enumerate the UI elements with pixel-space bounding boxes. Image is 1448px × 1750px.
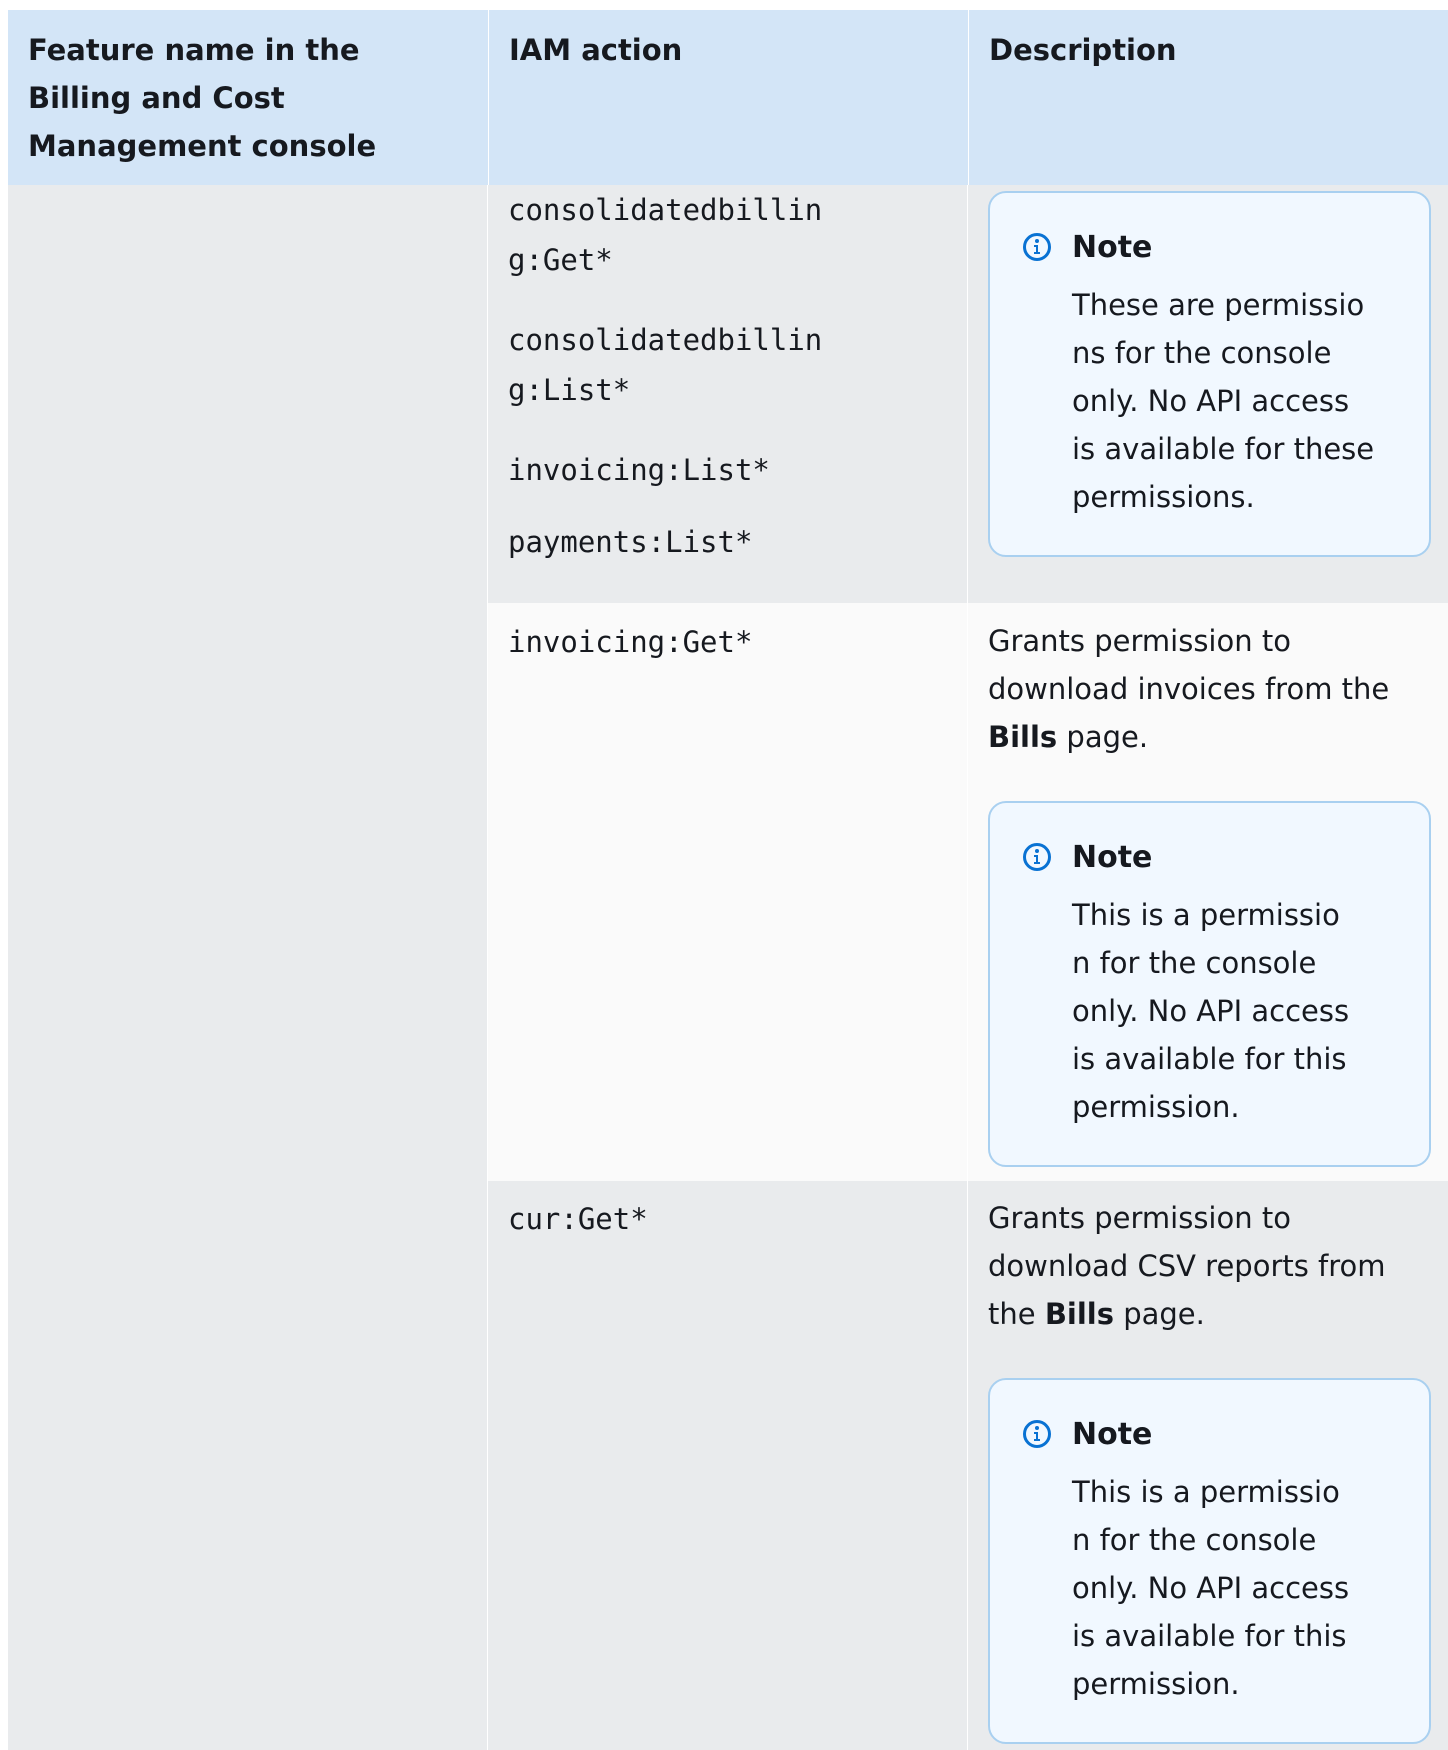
bills-page-name: Bills (1044, 1297, 1114, 1331)
description-text: Grants permission to download invoices f… (988, 624, 1390, 754)
note-box: Note This is a permissio n for the conso… (988, 1378, 1431, 1744)
bills-page-name: Bills (988, 720, 1058, 754)
iam-action-cell: consolidatedbillin g:Get* consolidatedbi… (488, 185, 968, 603)
iam-action-cell: invoicing:Get* (488, 603, 968, 1181)
note-header: Note (1022, 1410, 1409, 1458)
note-header: Note (1022, 833, 1409, 881)
description-cell: Note These are permissio ns for the cons… (968, 185, 1448, 603)
info-circle-icon (1023, 233, 1051, 261)
note-header: Note (1022, 223, 1409, 271)
header-description: Description (968, 10, 1448, 185)
permissions-table: Feature name in the Billing and Cost Man… (8, 10, 1448, 1750)
info-circle-icon (1023, 1420, 1051, 1448)
note-title: Note (1072, 1416, 1153, 1452)
note-body: These are permissio ns for the console o… (1072, 288, 1375, 514)
note-title: Note (1072, 839, 1153, 875)
note-box: Note These are permissio ns for the cons… (988, 191, 1431, 557)
description-cell: Grants permission to download CSV report… (968, 1181, 1448, 1750)
iam-action-cell: cur:Get* (488, 1181, 968, 1750)
iam-action-code: cur:Get* (508, 1202, 648, 1236)
note-body: This is a permissio n for the console on… (1072, 898, 1350, 1124)
iam-action-code: invoicing:Get* (508, 625, 753, 659)
iam-action-code: consolidatedbillin g:Get* (508, 193, 823, 277)
iam-action-code: payments:List* (508, 525, 753, 559)
note-body: This is a permissio n for the console on… (1072, 1475, 1350, 1701)
note-box: Note This is a permissio n for the conso… (988, 801, 1431, 1167)
note-title: Note (1072, 229, 1153, 265)
feature-name-cell (8, 185, 488, 1750)
description-text: Grants permission to download CSV report… (988, 1201, 1386, 1331)
iam-action-code: consolidatedbillin g:List* (508, 323, 823, 407)
header-iam-action: IAM action (488, 10, 968, 185)
info-circle-icon (1023, 843, 1051, 871)
iam-action-code: invoicing:List* (508, 453, 770, 487)
description-cell: Grants permission to download invoices f… (968, 603, 1448, 1181)
header-feature-name: Feature name in the Billing and Cost Man… (8, 10, 488, 185)
